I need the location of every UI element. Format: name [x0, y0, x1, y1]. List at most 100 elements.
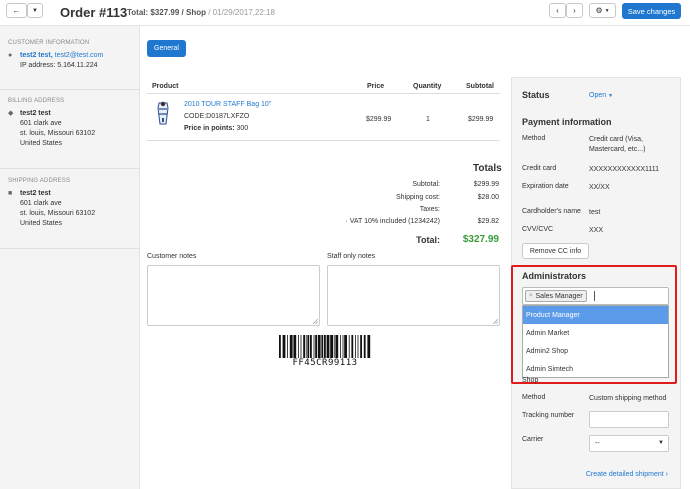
- barcode-bar: [298, 335, 299, 358]
- barcode-bar: [342, 335, 344, 358]
- chevron-right-icon: ›: [573, 6, 576, 15]
- caret-down-icon: ▼: [608, 93, 614, 99]
- barcode-bar: [344, 335, 347, 358]
- text-caret: [594, 291, 595, 301]
- barcode-bar: [317, 335, 321, 358]
- staff-notes-textarea[interactable]: [327, 265, 500, 326]
- back-dropdown-button[interactable]: ▼: [27, 3, 43, 18]
- barcode-bar: [287, 335, 288, 358]
- page-title: Order #113: [60, 5, 128, 20]
- billing-name: test2 test: [20, 110, 51, 117]
- credit-card-label: Credit card: [522, 165, 557, 172]
- admin-chip-label: Sales Manager: [535, 292, 583, 300]
- vat-label: · VAT 10% included (1234242): [345, 218, 440, 225]
- tracking-number-label: Tracking number: [522, 412, 575, 419]
- product-quantity: 1: [426, 116, 430, 123]
- barcode-bar: [321, 335, 324, 358]
- settings-button[interactable]: ⚙ ▼: [589, 3, 616, 18]
- column-header-quantity: Quantity: [413, 83, 442, 90]
- order-date: / 01/29/2017,22:18: [208, 8, 275, 17]
- total-value: $327.99: [462, 234, 499, 245]
- prev-order-button[interactable]: ‹: [549, 3, 566, 18]
- staff-notes-label: Staff only notes: [327, 253, 376, 260]
- product-subtotal: $299.99: [468, 116, 494, 123]
- table-divider: [147, 140, 500, 141]
- shipping-line1: 601 clark ave: [20, 200, 62, 207]
- barcode-bar: [293, 335, 297, 358]
- caret-down-icon: ▼: [32, 7, 38, 14]
- customer-notes-textarea[interactable]: [147, 265, 320, 326]
- remove-chip-icon[interactable]: ×: [529, 293, 533, 299]
- back-button[interactable]: ←: [6, 3, 27, 18]
- barcode-bar: [313, 335, 315, 358]
- chevron-left-icon: ‹: [556, 6, 559, 15]
- product-code: CODE:D0187LXFZO: [184, 113, 250, 120]
- cvv-label: CVV/CVC: [522, 226, 554, 233]
- section-title: Customer information: [8, 40, 90, 46]
- product-thumbnail[interactable]: [153, 100, 173, 128]
- resize-handle-icon[interactable]: [492, 318, 498, 324]
- cardholder-value: test: [589, 209, 601, 216]
- barcode-bar: [367, 335, 371, 358]
- taxes-label: Taxes:: [419, 206, 440, 213]
- barcode-bar: [289, 335, 293, 358]
- user-icon: ●: [8, 52, 13, 59]
- resize-handle-icon[interactable]: [312, 318, 318, 324]
- product-name-link[interactable]: 2010 TOUR STAFF Bag 10": [184, 101, 271, 108]
- payment-method-label: Method: [522, 135, 546, 142]
- column-header-price: Price: [367, 83, 385, 90]
- administrators-title: Administrators: [522, 271, 587, 281]
- barcode-bar: [279, 335, 281, 358]
- divider: [0, 89, 140, 90]
- carrier-select[interactable]: -- ▼: [589, 435, 669, 452]
- barcode-bar: [335, 335, 339, 358]
- barcode-bar: [348, 335, 350, 358]
- total-label: Total:: [416, 235, 440, 245]
- barcode-bar: [307, 335, 310, 358]
- billing-address-section: Billing address ◆ test2 test 601 clark a…: [8, 98, 136, 149]
- expiration-value: XX/XX: [589, 184, 610, 191]
- shipping-cost-value: $28.00: [477, 194, 499, 201]
- shipping-address-section: Shipping address ■ test2 test 601 clark …: [8, 178, 136, 229]
- tab-general[interactable]: General: [147, 40, 186, 57]
- shipping-name: test2 test: [20, 190, 51, 197]
- payment-method-value: Credit card (Visa, Mastercard, etc...): [589, 136, 646, 153]
- barcode-bar: [355, 335, 356, 358]
- barcode-bar: [282, 335, 286, 358]
- dropdown-option[interactable]: Admin Market: [523, 324, 668, 342]
- caret-down-icon: ▼: [604, 7, 610, 14]
- status-dropdown[interactable]: Open ▼: [589, 92, 613, 99]
- create-shipment-link[interactable]: Create detailed shipment ›: [586, 471, 668, 478]
- barcode-bar: [300, 335, 302, 358]
- payment-title: Payment information: [522, 117, 612, 127]
- shipping-cost-label: Shipping cost:: [396, 194, 440, 201]
- table-divider: [147, 93, 500, 94]
- divider: [0, 248, 140, 249]
- dropdown-option[interactable]: Admin Simtech: [523, 360, 668, 378]
- remove-cc-button[interactable]: Remove CC info: [522, 243, 589, 259]
- save-button[interactable]: Save changes: [622, 3, 681, 19]
- customer-email-link[interactable]: test2@test.com: [55, 52, 104, 59]
- shop-label: Shop: [522, 377, 539, 384]
- chevron-right-icon: ›: [665, 471, 668, 478]
- dropdown-option[interactable]: Product Manager: [523, 306, 668, 324]
- order-summary: Total: $327.99 / Shop / 01/29/2017,22:18: [127, 8, 275, 17]
- tracking-number-input[interactable]: [589, 411, 669, 428]
- next-order-button[interactable]: ›: [566, 3, 583, 18]
- vat-value: $29.82: [477, 218, 499, 225]
- billing-line2: st. louis, Missouri 63102: [20, 130, 96, 137]
- dropdown-option[interactable]: Admin2 Shop: [523, 342, 668, 360]
- shipping-line2: st. louis, Missouri 63102: [20, 210, 96, 217]
- barcode-bar: [303, 335, 305, 358]
- billing-country: United States: [20, 140, 63, 147]
- barcode-bar: [351, 335, 354, 358]
- administrators-dropdown: Product Manager Admin Market Admin2 Shop…: [522, 305, 669, 378]
- cvv-value: XXX: [589, 227, 604, 234]
- shipping-method-value: Custom shipping method: [589, 395, 667, 402]
- customer-name-link[interactable]: test2 test,: [20, 52, 53, 59]
- barcode-text: FF45CR99113: [292, 358, 358, 368]
- shipping-country: United States: [20, 220, 63, 227]
- customer-ip: IP address: 5.164.11.224: [20, 62, 98, 69]
- product-price: $299.99: [366, 116, 392, 123]
- subtotal-label: Subtotal:: [412, 181, 440, 188]
